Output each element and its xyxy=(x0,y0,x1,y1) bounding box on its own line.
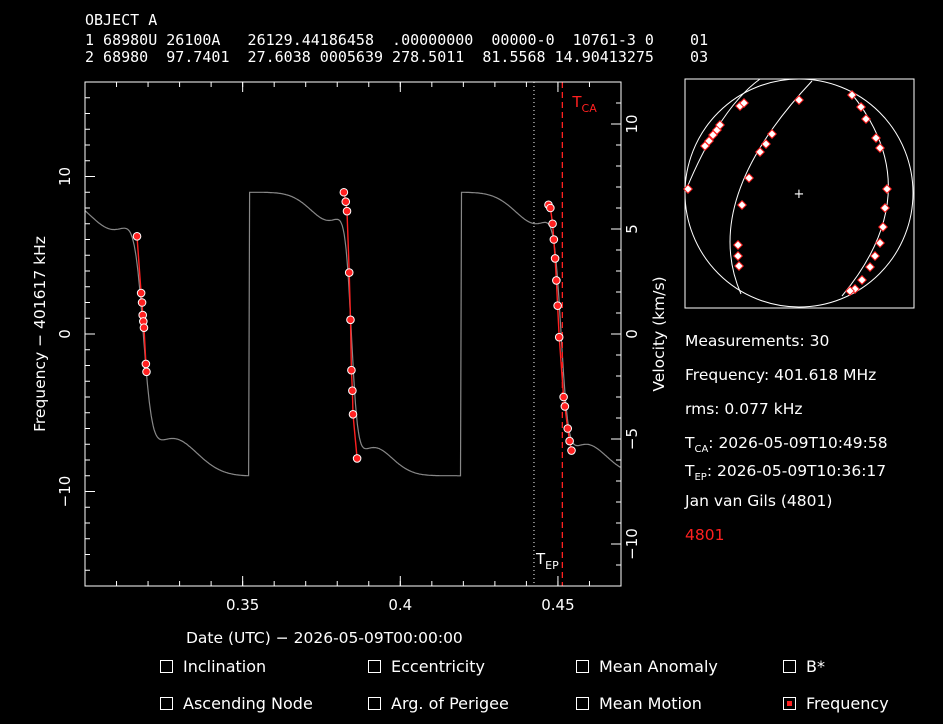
tca-label: TCA xyxy=(571,93,597,115)
measurement-point xyxy=(560,402,570,411)
checkbox-box xyxy=(160,660,173,673)
sky-point xyxy=(880,203,890,213)
measurement-point xyxy=(567,446,576,455)
measurement-point xyxy=(550,254,560,263)
measurement-point xyxy=(348,386,357,396)
checkbox-box xyxy=(576,697,589,710)
measurement-point xyxy=(552,276,561,285)
sky-point xyxy=(761,139,771,149)
measurement-point xyxy=(136,288,146,298)
inclination-checkbox[interactable]: Inclination xyxy=(160,657,266,676)
measurement-point xyxy=(553,301,562,310)
y2-tick-label: 5 xyxy=(623,224,641,234)
measurement-point xyxy=(563,424,573,433)
y2-tick-label: 0 xyxy=(623,329,641,339)
measurement-point xyxy=(137,298,147,307)
checkbox-box xyxy=(576,660,589,673)
x-tick-label: 0.35 xyxy=(226,596,259,614)
measurement-point xyxy=(348,410,358,419)
tca-time: TCA: 2026-05-09T10:49:58 xyxy=(685,434,888,456)
sky-point xyxy=(871,133,881,143)
sky-point xyxy=(733,251,743,261)
observer-name: Jan van Gils (4801) xyxy=(685,492,833,510)
checkbox-box xyxy=(160,697,173,710)
model-curve xyxy=(85,191,621,477)
sky-point xyxy=(737,200,747,210)
y-tick-label: 0 xyxy=(56,329,74,339)
plot-frame xyxy=(84,81,622,587)
sky-point xyxy=(794,95,804,105)
tep-label: TEP xyxy=(535,550,559,572)
checkbox-label: Eccentricity xyxy=(391,657,485,676)
y-axis-label: Frequency − 401617 kHz xyxy=(31,236,49,432)
ascending-node-checkbox[interactable]: Ascending Node xyxy=(160,694,313,713)
bstar-checkbox[interactable]: B* xyxy=(783,657,825,676)
sky-point xyxy=(734,261,744,271)
measurement-point xyxy=(559,392,568,402)
checkbox-label: Ascending Node xyxy=(183,694,313,713)
station-id: 4801 xyxy=(685,526,725,544)
checkbox-label: Mean Motion xyxy=(599,694,702,713)
sky-point xyxy=(857,275,867,285)
measurement-point xyxy=(342,206,352,216)
measurement-point xyxy=(549,235,559,244)
y2-tick-label: −5 xyxy=(623,428,641,450)
frequency-checkbox[interactable]: Frequency xyxy=(783,694,889,713)
sky-plot: + xyxy=(683,78,915,309)
measurement-point xyxy=(546,203,555,213)
sky-point xyxy=(882,184,892,194)
x-tick-label: 0.4 xyxy=(388,596,412,614)
checkbox-label: B* xyxy=(806,657,825,676)
y-tick-label: −10 xyxy=(56,476,74,508)
frequency-value: Frequency: 401.618 MHz xyxy=(685,366,877,384)
sky-point xyxy=(861,114,871,124)
mean-motion-checkbox[interactable]: Mean Motion xyxy=(576,694,702,713)
measurement-point xyxy=(554,332,564,342)
checkbox-label: Inclination xyxy=(183,657,267,676)
measurement-point xyxy=(132,232,142,241)
y2-tick-label: 10 xyxy=(623,114,641,133)
mean-anomaly-checkbox[interactable]: Mean Anomaly xyxy=(576,657,718,676)
measurement-point xyxy=(347,365,356,375)
sky-point xyxy=(767,129,777,139)
checkbox-box xyxy=(368,660,381,673)
measurement-point xyxy=(352,454,362,463)
measurement-point xyxy=(346,315,355,325)
sky-point xyxy=(755,147,765,157)
measurement-point xyxy=(548,219,557,229)
measurement-point xyxy=(142,367,151,377)
checkbox-label: Frequency xyxy=(806,694,889,713)
sky-point xyxy=(878,222,888,232)
sky-point xyxy=(865,262,875,272)
y2-axis-label: Velocity (km/s) xyxy=(650,276,668,391)
measurement-point xyxy=(344,268,354,277)
pass-track-3 xyxy=(841,92,889,297)
sky-center-mark: + xyxy=(794,187,805,202)
measurement-point xyxy=(565,436,574,446)
tep-time: TEP: 2026-05-09T10:36:17 xyxy=(685,462,887,484)
measurement-point xyxy=(141,359,151,369)
measurement-count: Measurements: 30 xyxy=(685,332,830,350)
sky-point xyxy=(870,251,880,261)
x-tick-label: 0.45 xyxy=(541,596,574,614)
measurement-point xyxy=(139,323,149,333)
checkbox-box xyxy=(783,660,796,673)
frequency-chart[interactable]: 0.35 0.4 0.45 −10 0 10 −10 −5 0 5 10 TCA TEP Date … xyxy=(0,0,943,724)
y2-tick-label: −10 xyxy=(623,528,641,560)
eccentricity-checkbox[interactable]: Eccentricity xyxy=(368,657,485,676)
rms-value: rms: 0.077 kHz xyxy=(685,400,803,418)
measurement-point xyxy=(341,197,351,206)
measurement-point xyxy=(339,187,349,197)
arg-perigee-checkbox[interactable]: Arg. of Perigee xyxy=(368,694,509,713)
x-axis-label: Date (UTC) − 2026-05-09T00:00:00 xyxy=(186,629,463,647)
sky-point xyxy=(733,240,743,250)
checkbox-box xyxy=(783,697,796,710)
checkbox-label: Mean Anomaly xyxy=(599,657,718,676)
y-tick-label: 10 xyxy=(56,167,74,186)
fit-curve xyxy=(136,192,573,459)
checkbox-label: Arg. of Perigee xyxy=(391,694,509,713)
checkbox-box xyxy=(368,697,381,710)
